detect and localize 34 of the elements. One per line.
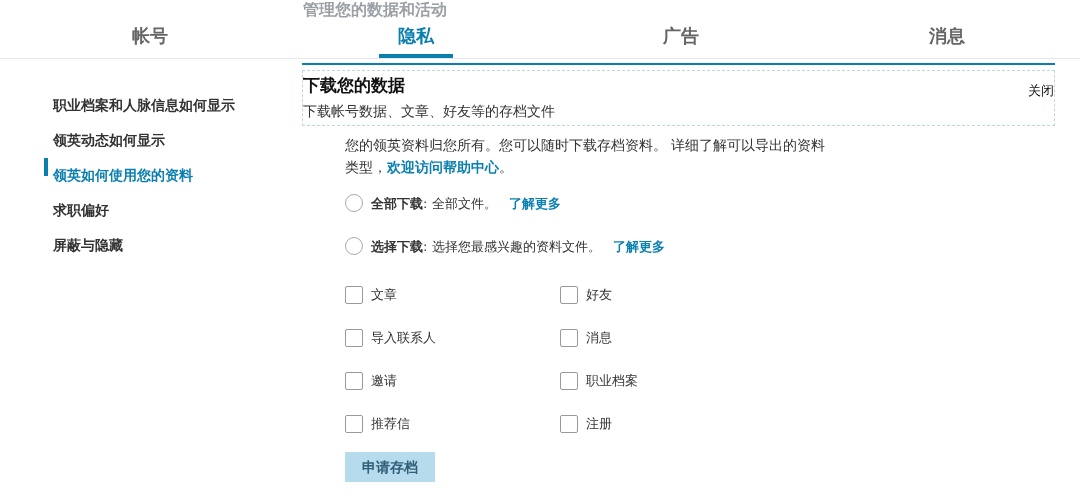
checkbox[interactable] xyxy=(345,286,363,304)
dialog-subtitle: 下载帐号数据、文章、好友等的存档文件 xyxy=(303,101,556,121)
checkbox[interactable] xyxy=(345,372,363,390)
description-text: 您的领英资料归您所有。您可以随时下载存档资料。 详细了解可以导出的资料类型，欢迎访问帮助中心。 xyxy=(345,136,827,177)
checkbox[interactable] xyxy=(560,329,578,347)
checkbox-label: 导入联系人 xyxy=(371,329,436,348)
checkbox[interactable] xyxy=(560,415,578,433)
checkbox[interactable] xyxy=(560,286,578,304)
checkbox-label: 好友 xyxy=(586,286,612,305)
sidebar-item[interactable]: 领英动态如何显示 xyxy=(0,122,165,157)
checkbox-label: 推荐信 xyxy=(371,415,410,434)
checkbox-label: 注册 xyxy=(586,415,612,434)
option-text: 全部下载: 全部文件。 xyxy=(371,195,497,213)
tab[interactable]: 消息 xyxy=(814,0,1080,58)
checkbox[interactable] xyxy=(345,415,363,433)
section-heading: 管理您的数据和活动 xyxy=(303,0,447,20)
checkbox-label: 文章 xyxy=(371,286,397,305)
close-link[interactable]: 关闭 xyxy=(1028,81,1054,101)
tab[interactable]: 帐号 xyxy=(17,0,283,58)
dialog-title: 下载您的数据 xyxy=(303,74,405,97)
help-center-link[interactable]: 欢迎访问帮助中心 xyxy=(387,159,499,175)
sidebar-item[interactable]: 领英如何使用您的资料 xyxy=(0,157,193,192)
learn-more-link[interactable]: 了解更多 xyxy=(612,237,665,257)
checkbox-label: 职业档案 xyxy=(586,372,638,391)
learn-more-link[interactable]: 了解更多 xyxy=(508,194,561,214)
checkbox-label: 消息 xyxy=(586,329,612,348)
option-text: 选择下载: 选择您最感兴趣的资料文件。 xyxy=(371,238,601,256)
sidebar-item[interactable]: 求职偏好 xyxy=(0,192,109,227)
tab[interactable]: 广告 xyxy=(548,0,815,58)
checkbox[interactable] xyxy=(345,329,363,347)
sidebar-item[interactable]: 职业档案和人脉信息如何显示 xyxy=(0,87,235,122)
sidebar-item[interactable]: 屏蔽与隐藏 xyxy=(0,227,123,262)
checkbox-label: 邀请 xyxy=(371,372,397,391)
checkbox[interactable] xyxy=(560,372,578,390)
